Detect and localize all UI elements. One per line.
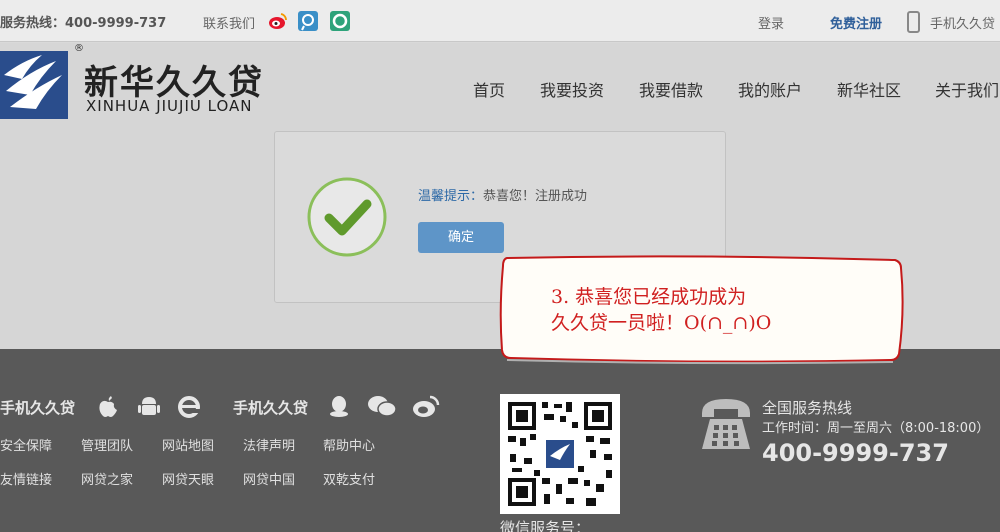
- nav-my-account[interactable]: 我的账户: [738, 77, 802, 101]
- nav-about-us[interactable]: 关于我们: [935, 77, 999, 101]
- weibo-icon[interactable]: [268, 11, 288, 31]
- contact-us-label: 联系我们: [203, 17, 256, 32]
- footer-mobile-title-2: 手机久久贷: [233, 399, 309, 417]
- logo-english-name: XINHUA JIUJIU LOAN: [86, 97, 253, 115]
- wechat-qr-code: [500, 394, 620, 514]
- annotation-note-text: 3. 恭喜您已经成功成为 久久贷一员啦！O(∩_∩)O: [551, 284, 771, 336]
- footer-link[interactable]: 网站地图: [162, 435, 214, 454]
- footer-link[interactable]: 网贷之家: [81, 469, 133, 488]
- wechat-service-label: 微信服务号：: [500, 519, 591, 532]
- service-phone-number: 400-9999-737: [762, 439, 949, 467]
- footer-link[interactable]: 法律声明: [243, 435, 295, 454]
- footer-link[interactable]: 帮助中心: [323, 435, 375, 454]
- footer-mobile-title: 手机久久贷: [0, 399, 76, 417]
- tencent-weibo-icon[interactable]: [298, 11, 318, 31]
- footer-link[interactable]: 网贷中国: [243, 469, 295, 488]
- footer-link[interactable]: 网贷天眼: [162, 469, 214, 488]
- service-hotline: 服务热线：400-9999-737: [0, 16, 167, 31]
- apple-icon[interactable]: [95, 393, 121, 419]
- registered-mark: ®: [74, 43, 84, 54]
- note-line-1: 3. 恭喜您已经成功成为: [551, 286, 747, 308]
- footer-link[interactable]: 双乾支付: [323, 469, 375, 488]
- tip-label: 温馨提示：: [418, 189, 484, 204]
- tip-message: 温馨提示：恭喜您！注册成功: [418, 185, 587, 204]
- service-hours: 工作时间：周一至周六（8:00-18:00）: [762, 421, 990, 436]
- note-line-2: 久久贷一员啦！O(∩_∩)O: [551, 312, 772, 334]
- wechat-icon[interactable]: [366, 393, 398, 419]
- login-link[interactable]: 登录: [758, 13, 784, 32]
- nav-home[interactable]: 首页: [473, 77, 505, 101]
- tip-text: 恭喜您！注册成功: [483, 189, 588, 204]
- footer-link[interactable]: 安全保障: [0, 435, 52, 454]
- service-hotline-title: 全国服务热线: [762, 399, 853, 417]
- nav-invest[interactable]: 我要投资: [540, 77, 604, 101]
- success-check-icon: [307, 177, 387, 257]
- android-icon[interactable]: [136, 393, 162, 419]
- ie-browser-icon[interactable]: [176, 393, 202, 419]
- footer-link[interactable]: 友情链接: [0, 469, 52, 488]
- qq-icon[interactable]: [326, 393, 352, 419]
- logo-icon[interactable]: [0, 51, 68, 119]
- telephone-icon: [702, 399, 750, 449]
- mobile-app-link[interactable]: 手机久久贷: [930, 13, 995, 32]
- register-link[interactable]: 免费注册: [830, 13, 882, 32]
- footer: 手机久久贷 手机久久贷 安全保障 管理团队 网站地图 法律声明 帮助中心 友情链…: [0, 349, 1000, 532]
- footer-link[interactable]: 管理团队: [81, 435, 133, 454]
- nav-community[interactable]: 新华社区: [837, 77, 901, 101]
- weibo-footer-icon[interactable]: [411, 393, 441, 419]
- qzone-icon[interactable]: [330, 11, 350, 31]
- mobile-phone-icon: [907, 11, 920, 33]
- confirm-button[interactable]: 确定: [418, 222, 504, 253]
- nav-borrow[interactable]: 我要借款: [639, 77, 703, 101]
- top-bar: 服务热线：400-9999-737 联系我们 登录 免费注册 手机久久贷: [0, 0, 1000, 42]
